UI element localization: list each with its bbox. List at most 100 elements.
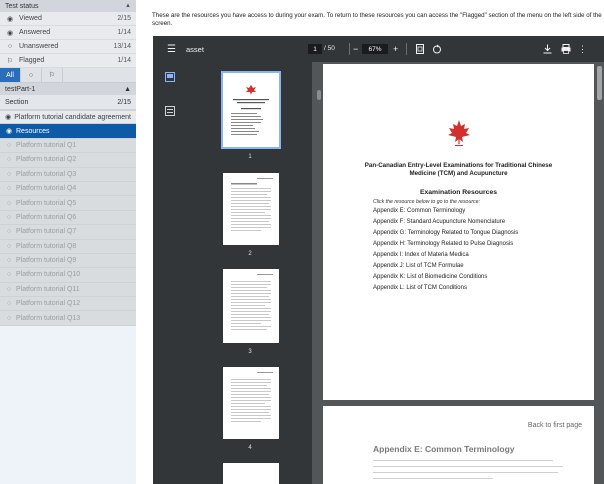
sidebar-item[interactable]: ○ Platform tutorial Q10 <box>0 268 136 283</box>
test-part-title: testPart-1 <box>5 85 36 93</box>
thumbnail-page-5[interactable] <box>223 463 279 484</box>
sidebar-item-label: Platform tutorial Q6 <box>16 213 77 221</box>
filter-flagged-button[interactable]: ⚐ <box>42 68 63 82</box>
empty-circle-icon: ○ <box>6 170 12 178</box>
section-title: Examination Resources <box>419 189 498 196</box>
click-note: Click the resource below to go to the re… <box>373 199 480 205</box>
sidebar-item[interactable]: ◉ Resources <box>0 124 136 139</box>
sidebar-item-label: Platform tutorial Q10 <box>16 271 81 279</box>
resource-link[interactable]: Appendix F: Standard Acupuncture Nomencl… <box>373 217 583 228</box>
status-answered: ◉ Answered 1/14 <box>0 26 136 40</box>
empty-circle-icon: ○ <box>6 156 12 164</box>
sidebar-item-label: Platform tutorial Q9 <box>16 257 77 265</box>
back-to-first-page-link[interactable]: Back to first page <box>528 422 582 429</box>
sidebar-item[interactable]: ○ Platform tutorial Q13 <box>0 311 136 326</box>
empty-circle-icon: ○ <box>6 213 12 221</box>
thumbnail-page-3[interactable] <box>223 269 279 343</box>
thumbnails-icon[interactable] <box>165 72 175 82</box>
filter-all-button[interactable]: All <box>0 68 21 82</box>
sidebar-item-label: Platform tutorial Q11 <box>16 285 80 293</box>
zoom-out-icon[interactable]: − <box>353 44 358 54</box>
zoom-in-icon[interactable]: + <box>393 44 398 54</box>
sidebar-item-label: Platform tutorial Q12 <box>16 300 81 308</box>
document-title: asset <box>186 45 204 54</box>
menu-icon[interactable]: ☰ <box>167 44 176 55</box>
thumbnail-page-1-preview <box>231 85 269 135</box>
thumbnail-page-3-preview <box>231 274 273 330</box>
thumbnail-page-4[interactable] <box>223 367 279 439</box>
test-status-header[interactable]: Test status ▲ <box>0 0 136 12</box>
empty-circle-icon: ○ <box>6 199 12 207</box>
thumbnail-label: 4 <box>248 445 252 451</box>
empty-circle-icon: ○ <box>6 271 12 279</box>
resource-link[interactable]: Appendix L: List of TCM Conditions <box>373 283 583 294</box>
sidebar-item-label: Platform tutorial Q8 <box>16 242 77 250</box>
thumbnail-page-2[interactable] <box>223 173 279 245</box>
empty-circle-icon: ○ <box>6 141 12 149</box>
empty-circle-icon: ○ <box>6 314 12 322</box>
sidebar-item-label: Platform tutorial Q13 <box>16 314 81 322</box>
rotate-icon[interactable] <box>432 44 442 56</box>
sidebar-item[interactable]: ○ Platform tutorial Q9 <box>0 253 136 269</box>
info-icon: ◉ <box>5 128 13 136</box>
sidebar-item[interactable]: ○ Platform tutorial Q6 <box>0 210 136 226</box>
fit-page-icon[interactable] <box>416 44 424 56</box>
sidebar-item-label: Platform tutorial Q5 <box>16 199 77 207</box>
download-icon[interactable] <box>543 44 552 56</box>
item-list: ◉ Platform tutorial candidate agreement ◉ R… <box>0 110 136 326</box>
empty-circle-icon: ○ <box>7 43 13 50</box>
chevron-up-icon: ▲ <box>124 85 131 93</box>
eye-icon: ◉ <box>5 114 12 122</box>
print-icon[interactable] <box>561 44 571 56</box>
sidebar-item[interactable]: ○ Platform tutorial Q3 <box>0 167 136 182</box>
resource-link[interactable]: Appendix E: Common Terminology <box>373 206 583 217</box>
thumbnail-page-1[interactable] <box>221 71 281 149</box>
resource-link[interactable]: Appendix G: Terminology Related to Tongu… <box>373 228 583 239</box>
sidebar-item[interactable]: ○ Platform tutorial Q1 <box>0 138 136 154</box>
sidebar-item[interactable]: ◉ Platform tutorial candidate agreement <box>0 110 136 125</box>
sidebar-item[interactable]: ○ Platform tutorial Q2 <box>0 153 136 168</box>
sidebar-item[interactable]: ○ Platform tutorial Q5 <box>0 196 136 211</box>
empty-circle-icon: ○ <box>6 228 12 236</box>
status-viewed: ◉ Viewed 2/15 <box>0 12 136 26</box>
filter-unanswered-button[interactable]: ○ <box>21 68 42 82</box>
maple-leaf-logo <box>443 118 475 148</box>
eye-icon: ◉ <box>6 15 14 23</box>
sidebar-item[interactable]: ○ Platform tutorial Q12 <box>0 297 136 312</box>
thumbnail-label: 3 <box>248 349 252 355</box>
status-unanswered: ○ Unanswered 13/14 <box>0 40 136 54</box>
page-total: / 50 <box>324 45 335 52</box>
thumbnail-label: 2 <box>248 251 252 257</box>
resource-link-list: Appendix E: Common Terminology Appendix … <box>373 206 583 294</box>
test-part-header[interactable]: testPart-1 ▲ <box>0 83 136 95</box>
sidebar-item[interactable]: ○ Platform tutorial Q4 <box>0 181 136 197</box>
page-number-input[interactable]: 1 <box>308 44 322 54</box>
sidebar-item-label: Platform tutorial Q3 <box>16 170 77 178</box>
resource-link[interactable]: Appendix J: List of TCM Formulae <box>373 261 583 272</box>
outline-icon[interactable] <box>165 106 175 116</box>
sidebar-item[interactable]: ○ Platform tutorial Q11 <box>0 282 136 298</box>
pdf-page-2: Back to first page Appendix E: Common Te… <box>323 406 594 484</box>
empty-circle-icon: ○ <box>6 257 12 265</box>
sidebar-item[interactable]: ○ Platform tutorial Q8 <box>0 239 136 254</box>
thumbnail-scrollbar[interactable] <box>317 90 321 100</box>
empty-circle-icon: ○ <box>6 300 12 308</box>
more-options-icon[interactable]: ⋮ <box>578 44 587 54</box>
zoom-input[interactable]: 67% <box>362 44 388 54</box>
pdf-viewer: ☰ asset 1 / 50 − 67% + ⋮ 1 2 3 4 Pan-Can… <box>153 36 604 484</box>
sidebar-item-label: Platform tutorial candidate agreement <box>14 113 131 121</box>
sidebar-item-label: Platform tutorial Q7 <box>16 228 77 236</box>
pdf-page-1: Pan-Canadian Entry-Level Examinations fo… <box>323 64 594 400</box>
sidebar-item[interactable]: ○ Platform tutorial Q7 <box>0 225 136 240</box>
chevron-up-icon: ▲ <box>125 3 131 9</box>
section-row[interactable]: Section 2/15 <box>0 95 136 110</box>
empty-circle-icon: ○ <box>6 285 12 293</box>
page-2-heading: Appendix E: Common Terminology <box>373 444 515 454</box>
viewer-scrollbar[interactable] <box>597 66 602 100</box>
pdf-toolbar: ☰ asset 1 / 50 − 67% + ⋮ <box>153 36 604 62</box>
resource-link[interactable]: Appendix K: List of Biomedicine Conditio… <box>373 272 583 283</box>
resource-link[interactable]: Appendix I: Index of Materia Medica <box>373 250 583 261</box>
section-label: Section <box>5 98 29 106</box>
resource-link[interactable]: Appendix H: Terminology Related to Pulse… <box>373 239 583 250</box>
section-count: 2/15 <box>117 98 131 106</box>
